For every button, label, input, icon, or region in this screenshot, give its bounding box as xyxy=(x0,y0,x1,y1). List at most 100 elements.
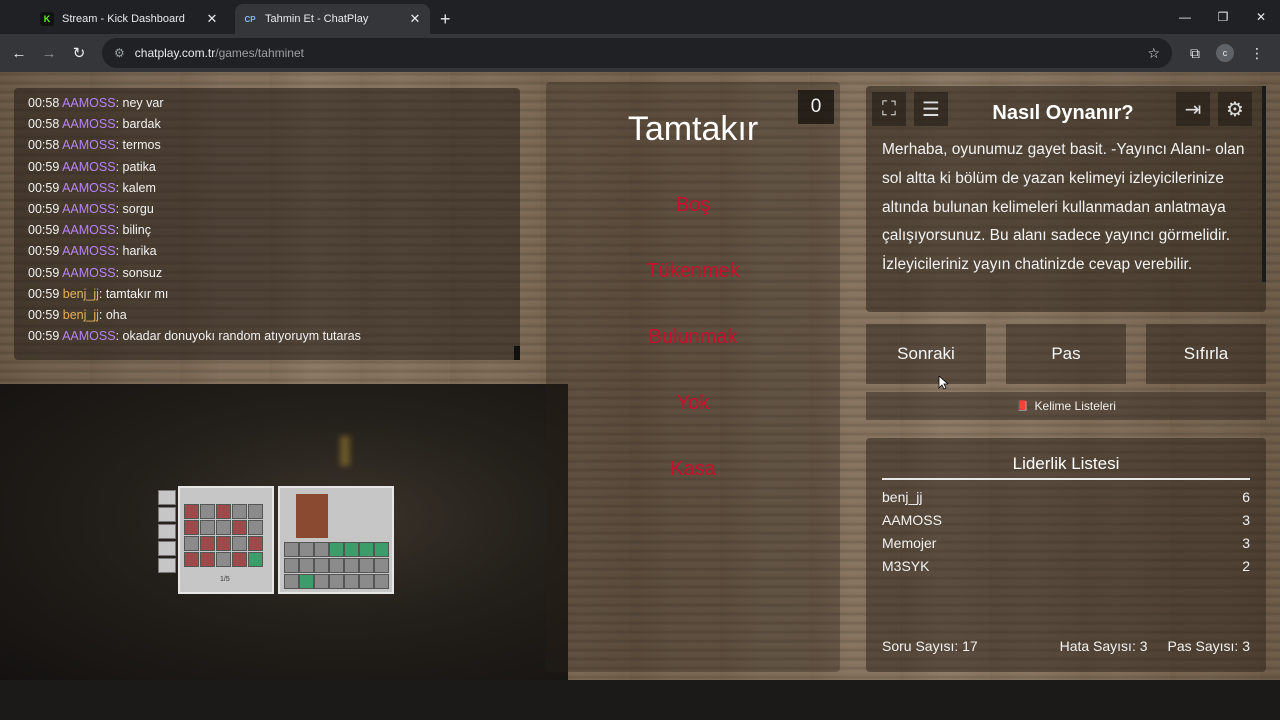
chat-username[interactable]: AAMOSS xyxy=(62,223,116,237)
player-score: 3 xyxy=(1242,535,1250,551)
chat-username[interactable]: AAMOSS xyxy=(62,160,116,174)
chat-message: 00:59 AAMOSS: sonsuz xyxy=(28,263,506,284)
chat-text: : kalem xyxy=(115,180,156,195)
profile-avatar[interactable]: c xyxy=(1216,44,1234,62)
player-name: benj_jj xyxy=(882,489,923,505)
chat-message: 00:59 AAMOSS: bilinç xyxy=(28,220,506,241)
leaderboard-row: M3SYK 2 xyxy=(882,558,1250,574)
window-controls: — ❐ ✕ xyxy=(1166,0,1280,34)
player-score: 6 xyxy=(1242,489,1250,505)
close-icon[interactable]: ✕ xyxy=(408,11,422,27)
chat-message: 00:58 AAMOSS: termos xyxy=(28,135,506,156)
tab-title: Stream - Kick Dashboard xyxy=(62,13,185,25)
chat-username[interactable]: AAMOSS xyxy=(62,266,116,280)
player-name: AAMOSS xyxy=(882,512,942,528)
chat-username[interactable]: AAMOSS xyxy=(62,96,116,110)
chat-time: 00:58 xyxy=(28,96,60,110)
fullscreen-icon[interactable]: ⛶ xyxy=(872,92,906,126)
tab-kick-dashboard[interactable]: K Stream - Kick Dashboard ✕ xyxy=(32,4,227,34)
chat-text: : bilinç xyxy=(115,223,152,238)
chat-username[interactable]: AAMOSS xyxy=(62,202,116,216)
chat-scrollbar[interactable] xyxy=(514,346,520,360)
chat-username[interactable]: AAMOSS xyxy=(62,181,116,195)
chat-time: 00:59 xyxy=(28,329,60,344)
player-inventory xyxy=(278,486,394,594)
chatplay-favicon-icon: CP xyxy=(244,14,256,24)
stream-preview: 1/5 xyxy=(0,384,568,680)
chat-message: 00:59 AAMOSS: okadar donuyokı random atı… xyxy=(28,326,506,347)
chat-time: 00:58 xyxy=(28,138,60,153)
tab-title: Tahmin Et - ChatPlay xyxy=(265,13,369,25)
chat-text: : tamtakır mı xyxy=(98,286,169,301)
chest-inventory: 1/5 xyxy=(178,486,274,594)
reload-icon[interactable]: ↻ xyxy=(64,44,94,62)
chat-time: 00:59 xyxy=(28,308,60,323)
url-path: /games/tahminet xyxy=(215,46,304,60)
reset-button[interactable]: Sıfırla xyxy=(1146,324,1266,384)
chat-message: 00:59 AAMOSS: sorgu xyxy=(28,199,506,220)
chat-message: 00:58 AAMOSS: ney var xyxy=(28,93,506,114)
leaderboard-row: benj_jj 6 xyxy=(882,489,1250,505)
player-score: 3 xyxy=(1242,512,1250,528)
leaderboard-title: Liderlik Listesi xyxy=(882,454,1250,480)
chat-username[interactable]: AAMOSS xyxy=(62,244,116,258)
next-button[interactable]: Sonraki xyxy=(866,324,986,384)
player-name: M3SYK xyxy=(882,558,930,574)
tab-strip: K Stream - Kick Dashboard ✕ CP Tahmin Et… xyxy=(0,0,1280,34)
extensions-icon[interactable]: ⧉ xyxy=(1190,45,1200,62)
book-icon: 📕 xyxy=(1016,400,1029,412)
torch-light xyxy=(340,436,350,466)
chat-text: : ney var xyxy=(115,96,164,110)
site-info-icon[interactable]: ⚙ xyxy=(114,46,125,60)
taboo-word: Tükenmek xyxy=(646,260,740,282)
chat-text: : okadar donuyokı random atıyoruym tutar… xyxy=(115,329,361,344)
howto-title: Nasıl Oynanır? xyxy=(992,102,1134,124)
word-lists-button[interactable]: 📕 Kelime Listeleri xyxy=(866,392,1266,420)
chat-username[interactable]: benj_jj xyxy=(63,308,99,322)
taboo-word: Boş xyxy=(675,194,711,216)
minimize-icon[interactable]: — xyxy=(1166,0,1204,34)
tab-chatplay[interactable]: CP Tahmin Et - ChatPlay ✕ xyxy=(235,4,430,34)
chat-username[interactable]: AAMOSS xyxy=(62,138,116,152)
browser-toolbar: ← → ↻ ⚙ chatplay.com.tr/games/tahminet ☆… xyxy=(0,34,1280,72)
close-icon[interactable]: ✕ xyxy=(205,11,219,27)
stats-bar: Soru Sayısı: 17 Hata Sayısı: 3 Pas Sayıs… xyxy=(882,638,1250,654)
kick-favicon-icon: K xyxy=(40,12,54,26)
document-icon[interactable]: ☰ xyxy=(914,92,948,126)
leaderboard-row: AAMOSS 3 xyxy=(882,512,1250,528)
chat-text: : harika xyxy=(115,244,157,259)
chat-username[interactable]: benj_jj xyxy=(63,287,99,301)
taboo-word: Yok xyxy=(676,392,710,414)
chat-time: 00:58 xyxy=(28,117,60,132)
bookmark-star-icon[interactable]: ☆ xyxy=(1147,45,1160,62)
chat-time: 00:59 xyxy=(28,265,60,280)
url-host: chatplay.com.tr xyxy=(134,46,216,60)
gear-icon[interactable]: ⚙ xyxy=(1218,92,1252,126)
chat-time: 00:59 xyxy=(28,286,60,301)
error-count: Hata Sayısı: 3 xyxy=(1059,638,1148,654)
forward-arrow-icon[interactable]: → xyxy=(34,45,64,62)
chat-text: : oha xyxy=(98,308,127,323)
game-page: 00:58 AAMOSS: ney var 00:58 AAMOSS: barda… xyxy=(0,72,1280,680)
chat-username[interactable]: AAMOSS xyxy=(62,117,116,131)
menu-dots-icon[interactable]: ⋮ xyxy=(1250,45,1264,62)
chat-text: : bardak xyxy=(115,117,161,132)
chat-username[interactable]: AAMOSS xyxy=(62,329,116,343)
close-window-icon[interactable]: ✕ xyxy=(1242,0,1280,34)
howto-scrollbar[interactable] xyxy=(1262,86,1266,282)
chat-message: 00:59 benj_jj: oha xyxy=(28,305,506,326)
back-arrow-icon[interactable]: ← xyxy=(4,45,34,62)
chat-text: : patika xyxy=(115,159,156,174)
chat-text: : sorgu xyxy=(115,202,154,217)
taboo-word: Bulunmak xyxy=(648,326,738,348)
chat-text: : termos xyxy=(115,138,161,153)
address-bar[interactable]: ⚙ chatplay.com.tr/games/tahminet ☆ xyxy=(102,38,1172,68)
chat-time: 00:59 xyxy=(28,159,60,174)
logout-icon[interactable]: ⇥ xyxy=(1176,92,1210,126)
chat-time: 00:59 xyxy=(28,244,60,259)
restore-icon[interactable]: ❐ xyxy=(1204,0,1242,34)
pass-button[interactable]: Pas xyxy=(1006,324,1126,384)
new-tab-button[interactable]: + xyxy=(440,4,451,34)
chat-message: 00:58 AAMOSS: bardak xyxy=(28,114,506,135)
mouse-pointer-icon xyxy=(938,376,948,390)
